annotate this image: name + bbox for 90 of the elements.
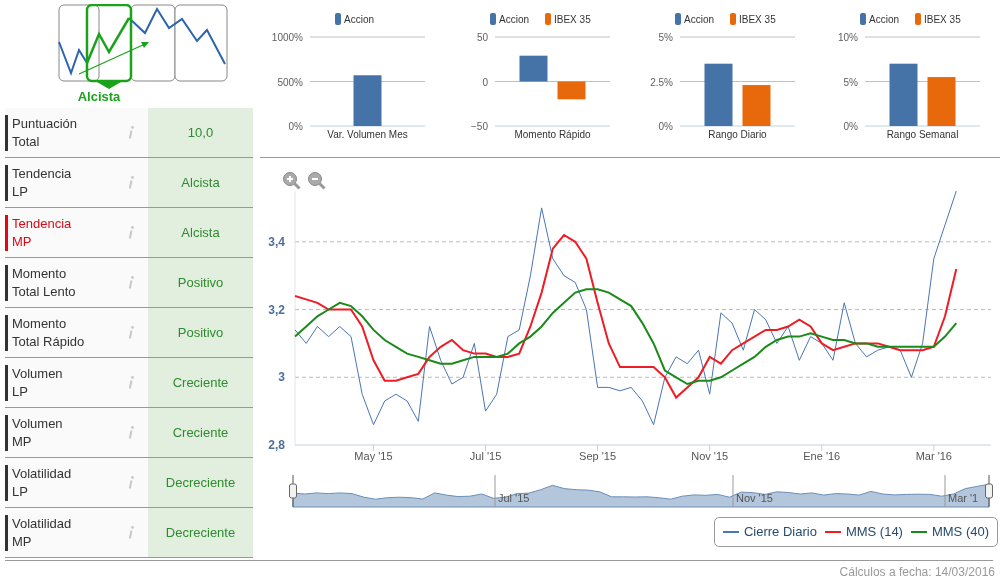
axis-label: Nov '15: [691, 450, 729, 462]
indicator-value: Positivo: [148, 308, 253, 357]
indicator-value: 10,0: [148, 108, 253, 157]
legend-label[interactable]: Accion: [869, 14, 899, 25]
indicator-value: Creciente: [148, 358, 253, 407]
bar: [353, 75, 382, 126]
calculation-date: Cálculos a fecha: 14/03/2016: [839, 564, 995, 580]
axis-label: 2,8: [268, 438, 285, 452]
axis-label: 3,2: [268, 302, 285, 317]
axis-label: 1000%: [271, 32, 303, 43]
legend-swatch: [335, 13, 341, 25]
indicator-label: Momento Total Rápido: [12, 314, 86, 351]
axis-label: Ene '16: [803, 450, 841, 462]
category-label: Momento Rápido: [514, 129, 591, 140]
axis-label: Mar '16: [915, 450, 952, 462]
category-label: Var. Volumen Mes: [327, 129, 408, 140]
legend-swatch: [915, 13, 921, 25]
axis-label: Jul '15: [469, 450, 502, 462]
axis-label: 0: [482, 76, 488, 88]
indicator-label: Volatilidad LP: [12, 464, 73, 501]
indicator-value: Decreciente: [148, 458, 253, 507]
info-icon[interactable]: [128, 426, 134, 439]
legend-label[interactable]: Accion: [344, 14, 374, 25]
zoom-out-icon: [307, 171, 327, 191]
indicator-value: Alcista: [148, 208, 253, 257]
navigator-handle[interactable]: [289, 475, 297, 508]
zoom-in-icon: [282, 171, 302, 191]
navigator-handle[interactable]: [985, 475, 993, 508]
zoom-out-button[interactable]: [307, 171, 327, 191]
axis-label: 3,4: [268, 234, 285, 249]
indicator-label: Volumen LP: [12, 364, 64, 401]
legend-swatch: [490, 13, 496, 25]
indicator-value: Decreciente: [148, 508, 253, 557]
axis-label: 2.5%: [650, 76, 673, 88]
bar: [704, 63, 733, 126]
axis-label: −50: [471, 121, 488, 132]
info-icon[interactable]: [128, 326, 134, 339]
bar: [927, 77, 956, 126]
legend-swatch: [860, 13, 866, 25]
indicator-label: Tendencia MP: [12, 214, 73, 251]
axis-label: 500%: [277, 76, 303, 88]
info-icon[interactable]: [128, 226, 134, 239]
info-icon[interactable]: [128, 526, 134, 539]
legend-label[interactable]: IBEX 35: [554, 14, 591, 25]
legend-label[interactable]: Accion: [684, 14, 714, 25]
bar: [742, 85, 771, 126]
info-icon[interactable]: [128, 126, 134, 139]
axis-label: 0%: [288, 121, 303, 132]
category-label: Rango Diario: [708, 129, 767, 140]
legend-label[interactable]: Cierre Diario: [743, 522, 817, 542]
bar: [519, 55, 548, 82]
indicator-label: Puntuación Total: [12, 114, 79, 151]
axis-label: 5%: [658, 32, 673, 43]
legend-label[interactable]: MMS (40): [931, 522, 989, 542]
bar: [889, 63, 918, 126]
info-icon[interactable]: [128, 476, 134, 489]
indicator-label: Momento Total Lento: [12, 264, 77, 301]
info-icon[interactable]: [128, 276, 134, 289]
legend-swatch: [545, 13, 551, 25]
axis-label: 0%: [843, 121, 858, 132]
navigator-label: Mar '1: [948, 492, 979, 504]
axis-label: 0%: [658, 121, 673, 132]
axis-label: Sep '15: [579, 450, 617, 462]
axis-label: 5%: [843, 76, 858, 88]
info-icon[interactable]: [128, 176, 134, 189]
legend-label[interactable]: IBEX 35: [924, 14, 961, 25]
indicator-value: Creciente: [148, 408, 253, 457]
indicator-label: Volumen MP: [12, 414, 64, 451]
navigator-label: Nov '15: [736, 492, 773, 504]
info-icon[interactable]: [128, 376, 134, 389]
legend-line: [722, 531, 739, 533]
zoom-in-button[interactable]: [282, 171, 302, 191]
legend-label[interactable]: IBEX 35: [739, 14, 776, 25]
indicator-label: Tendencia LP: [12, 164, 73, 201]
legend-line: [824, 531, 841, 533]
legend-swatch: [730, 13, 736, 25]
legend-swatch: [675, 13, 681, 25]
axis-label: 50: [476, 32, 488, 43]
trend-label: Alcista: [77, 90, 121, 103]
legend-line: [910, 531, 927, 533]
axis-label: 3: [278, 370, 285, 385]
category-label: Rango Semanal: [886, 129, 959, 140]
indicator-label: Volatilidad MP: [12, 514, 73, 551]
axis-label: 10%: [838, 32, 858, 43]
indicator-value: Positivo: [148, 258, 253, 307]
legend-label[interactable]: MMS (14): [845, 522, 903, 542]
navigator-label: Jul '15: [498, 492, 530, 504]
indicator-value: Alcista: [148, 158, 253, 207]
axis-label: May '15: [354, 450, 393, 462]
legend-label[interactable]: Accion: [499, 14, 529, 25]
